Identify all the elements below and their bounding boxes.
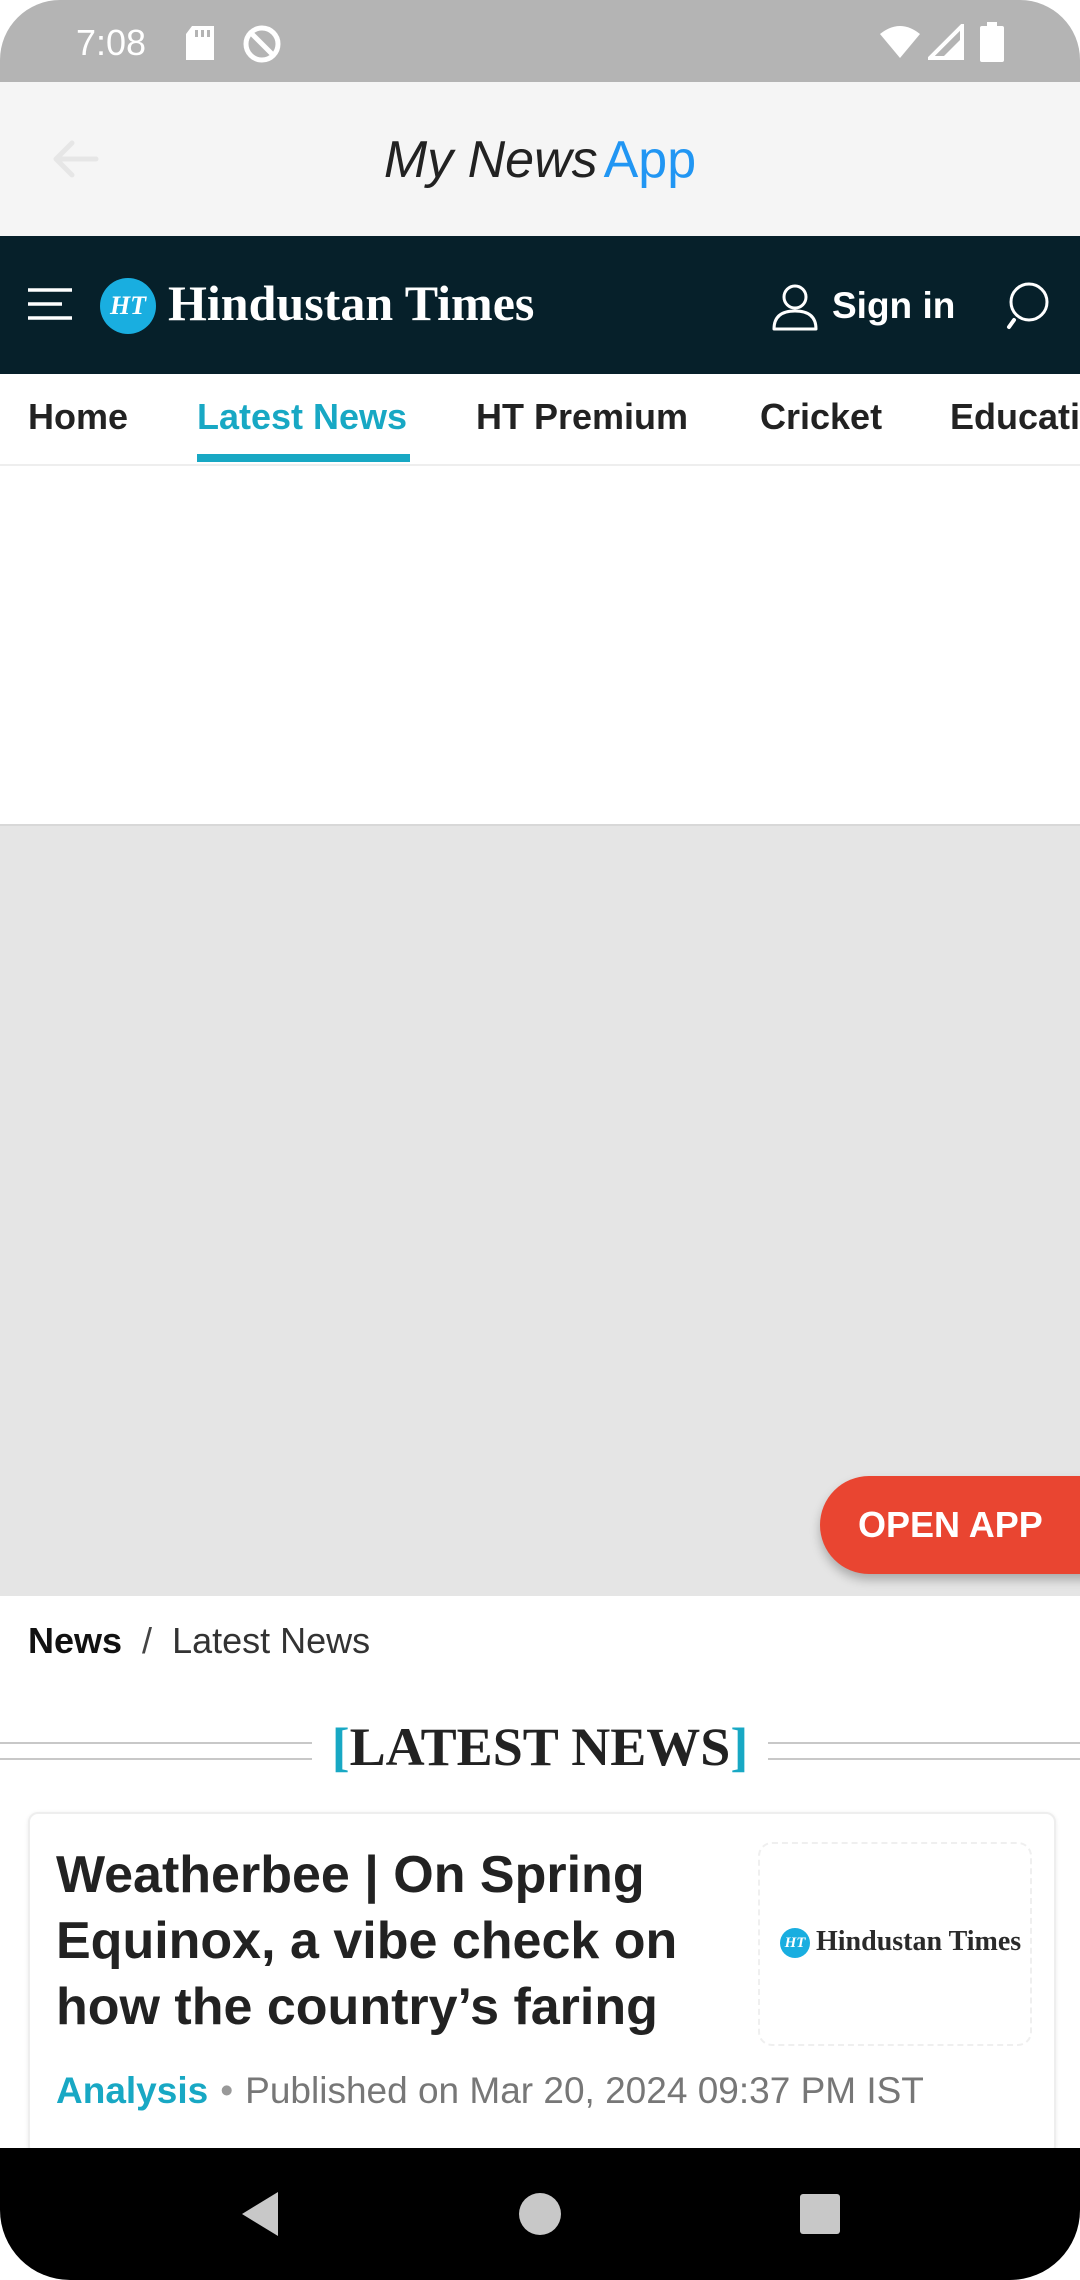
site-header: HT Hindustan Times Sign in bbox=[0, 236, 1080, 374]
search-icon[interactable] bbox=[1006, 280, 1056, 330]
category-tabs: Home Latest News HT Premium Cricket Educ… bbox=[0, 374, 1080, 466]
active-tab-indicator bbox=[197, 454, 410, 462]
nav-recents-icon[interactable] bbox=[794, 2188, 846, 2240]
section-open-bracket: [ bbox=[331, 1717, 350, 1777]
sign-in-button[interactable]: Sign in bbox=[770, 278, 955, 334]
status-time: 7:08 bbox=[76, 22, 147, 63]
thumb-logo-text: Hindustan Times bbox=[816, 1926, 1022, 1957]
tab-education[interactable]: Educati bbox=[950, 396, 1080, 438]
app-title-accent: App bbox=[603, 131, 697, 189]
breadcrumb-separator: / bbox=[142, 1620, 153, 1661]
nav-back-icon[interactable] bbox=[234, 2188, 286, 2240]
battery-icon bbox=[980, 22, 1004, 62]
meta-separator: • bbox=[220, 2070, 234, 2111]
menu-icon[interactable] bbox=[28, 286, 72, 322]
app-title: My News App bbox=[0, 130, 1080, 190]
ht-logo-mark[interactable]: HT bbox=[100, 278, 156, 334]
article-thumbnail[interactable]: HT Hindustan Times bbox=[758, 1842, 1032, 2046]
signal-icon bbox=[928, 24, 964, 60]
article-title[interactable]: Weatherbee | On Spring Equinox, a vibe c… bbox=[56, 1842, 736, 2040]
app-bar: My News App bbox=[0, 82, 1080, 236]
breadcrumb: News / Latest News bbox=[28, 1620, 370, 1662]
thumb-logo-mark: HT bbox=[780, 1928, 810, 1958]
nav-home-icon[interactable] bbox=[514, 2188, 566, 2240]
sign-in-label: Sign in bbox=[832, 285, 956, 326]
open-app-button[interactable]: OPEN APP bbox=[820, 1476, 1080, 1574]
section-title-text: LATEST NEWS bbox=[349, 1717, 731, 1777]
article-card[interactable]: Weatherbee | On Spring Equinox, a vibe c… bbox=[28, 1812, 1056, 2156]
breadcrumb-current: Latest News bbox=[172, 1620, 371, 1661]
sd-card-icon bbox=[186, 26, 214, 60]
tab-ht-premium[interactable]: HT Premium bbox=[476, 396, 688, 438]
breadcrumb-news[interactable]: News bbox=[28, 1620, 122, 1661]
user-icon bbox=[772, 284, 818, 331]
system-nav-bar bbox=[0, 2148, 1080, 2280]
ht-logo-text[interactable]: Hindustan Times bbox=[168, 274, 534, 332]
section-close-bracket: ] bbox=[730, 1717, 749, 1777]
tab-cricket[interactable]: Cricket bbox=[760, 396, 882, 438]
sync-icon bbox=[243, 25, 281, 63]
article-published: Published on Mar 20, 2024 09:37 PM IST bbox=[245, 2070, 924, 2111]
tab-home[interactable]: Home bbox=[28, 396, 128, 438]
app-title-main: My News bbox=[383, 131, 598, 189]
status-bar: 7:08 bbox=[0, 0, 1080, 82]
tab-latest-news[interactable]: Latest News bbox=[197, 396, 407, 438]
ad-space bbox=[0, 466, 1080, 824]
article-meta: Analysis • Published on Mar 20, 2024 09:37… bbox=[56, 2070, 924, 2112]
wifi-icon bbox=[880, 26, 920, 58]
article-tag[interactable]: Analysis bbox=[56, 2070, 208, 2111]
section-title: [LATEST NEWS] bbox=[0, 1716, 1080, 1778]
section-header: [LATEST NEWS] bbox=[0, 1712, 1080, 1782]
